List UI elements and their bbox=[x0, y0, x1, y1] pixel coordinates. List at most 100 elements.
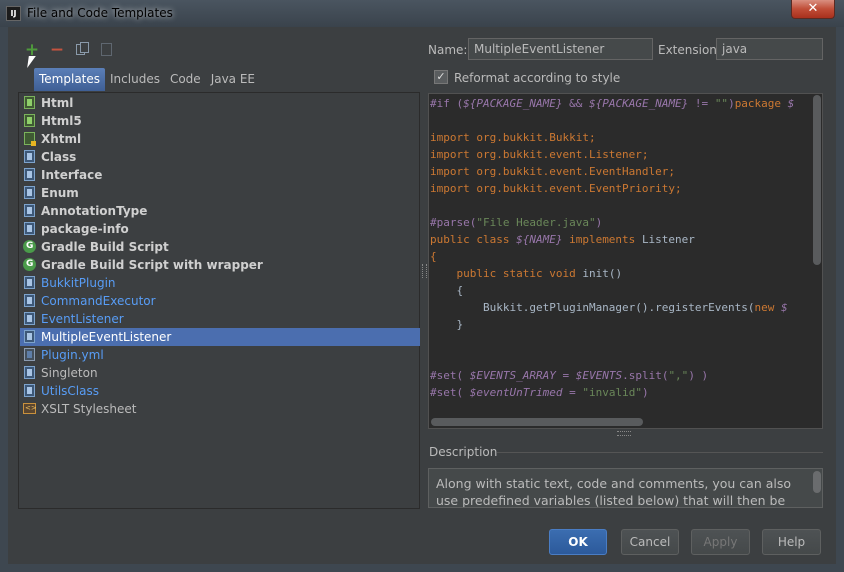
template-item[interactable]: Class bbox=[20, 148, 420, 166]
code-token: $EVENTS bbox=[575, 369, 623, 382]
code-token: org.bukkit.event.Listener; bbox=[476, 148, 649, 161]
template-item[interactable]: UtilsClass bbox=[20, 382, 420, 400]
code-token: $eventUnTrimed bbox=[469, 386, 563, 399]
description-panel: Along with static text, code and comment… bbox=[428, 468, 823, 508]
code-token: $EVENTS_ARRAY bbox=[469, 369, 556, 382]
template-item-label: MultipleEventListener bbox=[41, 330, 172, 344]
java-file-icon bbox=[24, 204, 35, 217]
template-item-label: Interface bbox=[41, 168, 103, 182]
editor-horizontal-scrollbar[interactable] bbox=[431, 418, 643, 426]
extension-field[interactable]: java bbox=[716, 38, 823, 60]
app-icon: IJ bbox=[6, 6, 21, 21]
code-line: import org.bukkit.Bukkit; bbox=[430, 129, 596, 146]
template-item[interactable]: Html bbox=[20, 94, 420, 112]
template-item[interactable]: Enum bbox=[20, 184, 420, 202]
template-item[interactable]: EventListener bbox=[20, 310, 420, 328]
template-item-label: Singleton bbox=[41, 366, 98, 380]
copy-template-icon[interactable] bbox=[73, 41, 91, 59]
code-token: implements bbox=[562, 233, 642, 246]
code-token: && bbox=[562, 97, 589, 110]
tab-code[interactable]: Code bbox=[165, 68, 206, 91]
template-item-label: XSLT Stylesheet bbox=[41, 402, 137, 416]
code-token: ) bbox=[728, 97, 735, 110]
template-item[interactable]: Interface bbox=[20, 166, 420, 184]
template-item-label: Html bbox=[41, 96, 74, 110]
html-file-icon bbox=[24, 96, 35, 109]
template-item-label: Xhtml bbox=[41, 132, 82, 146]
code-line: #set( $eventUnTrimed = "invalid") bbox=[430, 384, 649, 401]
code-token: package bbox=[734, 97, 788, 110]
code-token: = bbox=[562, 386, 583, 399]
code-token: ) bbox=[595, 216, 603, 229]
code-token: #set( bbox=[430, 369, 470, 382]
code-token: "" bbox=[714, 97, 729, 110]
close-button[interactable]: ✕ bbox=[791, 0, 835, 19]
code-token: $ bbox=[787, 97, 795, 110]
code-token: Listener bbox=[641, 233, 695, 246]
reformat-checkbox[interactable]: ✓ bbox=[434, 70, 448, 84]
template-code-editor[interactable]: #if (${PACKAGE_NAME} && ${PACKAGE_NAME} … bbox=[428, 93, 823, 429]
description-separator bbox=[497, 452, 823, 453]
template-item-label: Html5 bbox=[41, 114, 82, 128]
name-field[interactable]: MultipleEventListener bbox=[468, 38, 653, 60]
code-line: #set( $EVENTS_ARRAY = $EVENTS.split(",")… bbox=[430, 367, 708, 384]
template-item[interactable]: Html5 bbox=[20, 112, 420, 130]
template-item[interactable]: Xhtml bbox=[20, 130, 420, 148]
description-splitter-grip[interactable] bbox=[617, 431, 631, 436]
code-line: Bukkit.getPluginManager().registerEvents… bbox=[430, 299, 788, 316]
template-item[interactable]: CommandExecutor bbox=[20, 292, 420, 310]
code-line: import org.bukkit.event.EventPriority; bbox=[430, 180, 682, 197]
description-scrollbar[interactable] bbox=[813, 471, 821, 493]
template-item[interactable]: Gradle Build Script with wrapper bbox=[20, 256, 420, 274]
code-token: Bukkit.getPluginManager().registerEvents… bbox=[430, 301, 755, 314]
java-file-icon bbox=[24, 330, 35, 343]
splitter-grip[interactable] bbox=[422, 264, 427, 278]
template-item-label: EventListener bbox=[41, 312, 124, 326]
code-token: public class bbox=[430, 233, 517, 246]
code-token: "invalid" bbox=[582, 386, 642, 399]
apply-button[interactable]: Apply bbox=[691, 529, 750, 555]
extension-label: Extension: bbox=[658, 43, 721, 57]
window-title: File and Code Templates bbox=[27, 6, 173, 20]
template-item[interactable]: AnnotationType bbox=[20, 202, 420, 220]
code-token: { bbox=[430, 250, 437, 263]
remove-template-icon[interactable]: − bbox=[48, 41, 66, 59]
template-item-label: Enum bbox=[41, 186, 79, 200]
xslt-file-icon bbox=[23, 403, 37, 414]
code-line: public class ${NAME} implements Listener bbox=[430, 231, 695, 248]
java-file-icon bbox=[24, 366, 35, 379]
code-token: "File Header.java" bbox=[476, 216, 596, 229]
window-frame-left bbox=[0, 27, 8, 572]
description-text: Along with static text, code and comment… bbox=[436, 476, 792, 508]
gradle-icon bbox=[23, 258, 36, 271]
template-item-label: AnnotationType bbox=[41, 204, 148, 218]
tab-templates[interactable]: Templates bbox=[34, 68, 106, 91]
cancel-button[interactable]: Cancel bbox=[621, 529, 679, 555]
tab-includes[interactable]: Includes bbox=[105, 68, 165, 91]
template-item[interactable]: Plugin.yml bbox=[20, 346, 420, 364]
code-line: { bbox=[430, 248, 437, 265]
editor-vertical-scrollbar[interactable] bbox=[813, 95, 821, 265]
template-item[interactable]: MultipleEventListener bbox=[20, 328, 420, 346]
ok-button[interactable]: OK bbox=[549, 529, 607, 555]
template-item[interactable]: package-info bbox=[20, 220, 420, 238]
code-token: ${PACKAGE_NAME} bbox=[463, 97, 563, 110]
file-icon bbox=[24, 348, 35, 361]
tab-java-ee[interactable]: Java EE bbox=[206, 68, 260, 91]
code-token: .split( bbox=[622, 369, 669, 382]
code-line: import org.bukkit.event.Listener; bbox=[430, 146, 649, 163]
code-token: ) ) bbox=[688, 369, 709, 382]
reset-template-icon[interactable] bbox=[98, 41, 116, 59]
code-line: #if (${PACKAGE_NAME} && ${PACKAGE_NAME} … bbox=[430, 95, 794, 112]
code-token: import bbox=[430, 131, 477, 144]
template-item[interactable]: Singleton bbox=[20, 364, 420, 382]
name-label: Name: bbox=[428, 43, 468, 57]
template-item[interactable]: XSLT Stylesheet bbox=[20, 400, 420, 418]
template-item-label: package-info bbox=[41, 222, 129, 236]
window-frame-right bbox=[836, 27, 844, 572]
code-token: init() bbox=[582, 267, 623, 280]
help-button[interactable]: Help bbox=[762, 529, 821, 555]
template-item[interactable]: Gradle Build Script bbox=[20, 238, 420, 256]
template-item[interactable]: BukkitPlugin bbox=[20, 274, 420, 292]
